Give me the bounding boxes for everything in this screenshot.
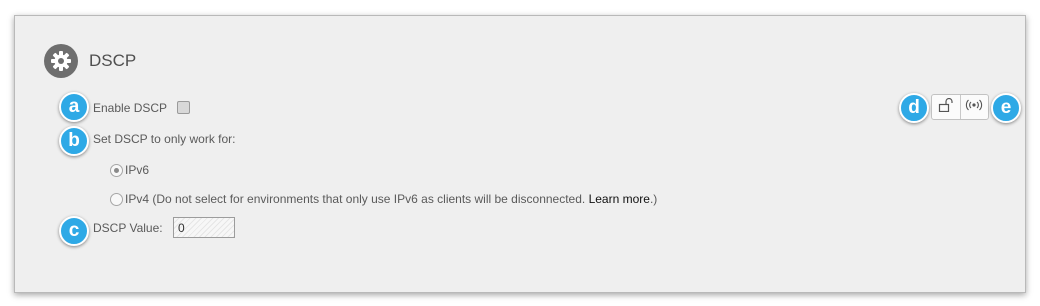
learn-more-link[interactable]: Learn more xyxy=(589,192,650,206)
enable-dscp-checkbox[interactable] xyxy=(177,101,190,114)
ipv4-suffix: .) xyxy=(649,192,658,206)
dscp-panel: DSCP a Enable DSCP b Set DSCP to only wo… xyxy=(14,15,1026,293)
section-title: DSCP xyxy=(89,51,137,70)
toolbar-button-group xyxy=(931,94,989,120)
badge-d: d xyxy=(899,93,929,123)
badge-b: b xyxy=(59,126,89,156)
gear-icon xyxy=(44,44,78,78)
ipv6-label: IPv6 xyxy=(125,163,150,177)
dscp-value-label: DSCP Value: xyxy=(93,221,163,235)
ipv6-radio[interactable] xyxy=(110,164,123,177)
badge-e: e xyxy=(991,93,1021,123)
broadcast-icon xyxy=(965,98,983,116)
dscp-value-input[interactable] xyxy=(173,217,235,238)
ipv4-label: IPv4 (Do not select for environments tha… xyxy=(125,192,657,206)
badge-a: a xyxy=(59,92,89,122)
unlock-icon xyxy=(938,97,954,117)
badge-c: c xyxy=(59,216,89,246)
broadcast-button[interactable] xyxy=(959,95,989,119)
ipv4-text: IPv4 (Do not select for environments tha… xyxy=(125,192,589,206)
unlock-button[interactable] xyxy=(932,95,960,119)
restrict-label: Set DSCP to only work for: xyxy=(93,132,236,146)
enable-dscp-label: Enable DSCP xyxy=(93,101,168,115)
ipv4-radio[interactable] xyxy=(110,193,123,206)
